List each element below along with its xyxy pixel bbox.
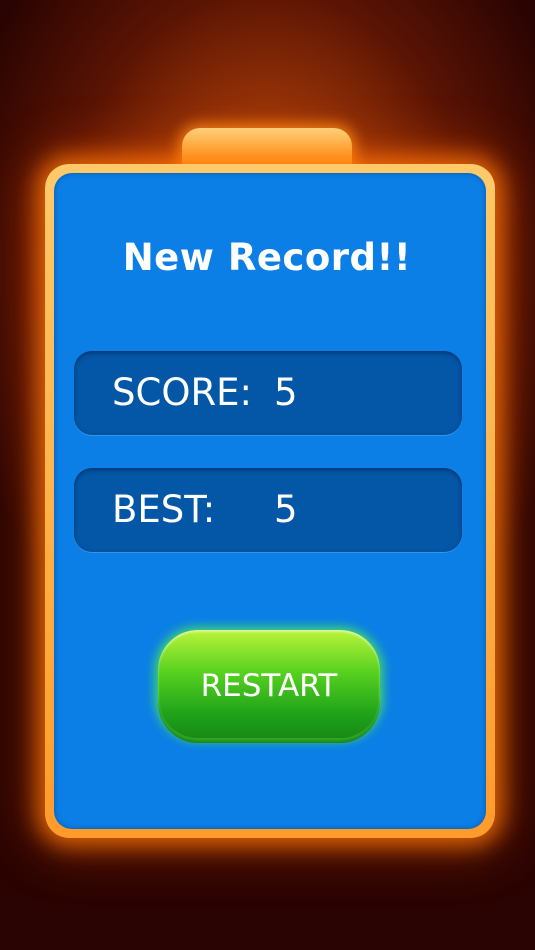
restart-button-label: RESTART	[200, 668, 338, 704]
best-score-box: BEST: 5	[74, 468, 462, 552]
score-box: SCORE: 5	[74, 351, 462, 435]
score-value: 5	[274, 371, 298, 414]
best-value: 5	[274, 488, 298, 531]
restart-button[interactable]: RESTART	[158, 630, 380, 738]
best-label: BEST:	[112, 488, 216, 531]
new-record-title: New Record!!	[122, 236, 412, 279]
score-label: SCORE:	[112, 371, 252, 414]
